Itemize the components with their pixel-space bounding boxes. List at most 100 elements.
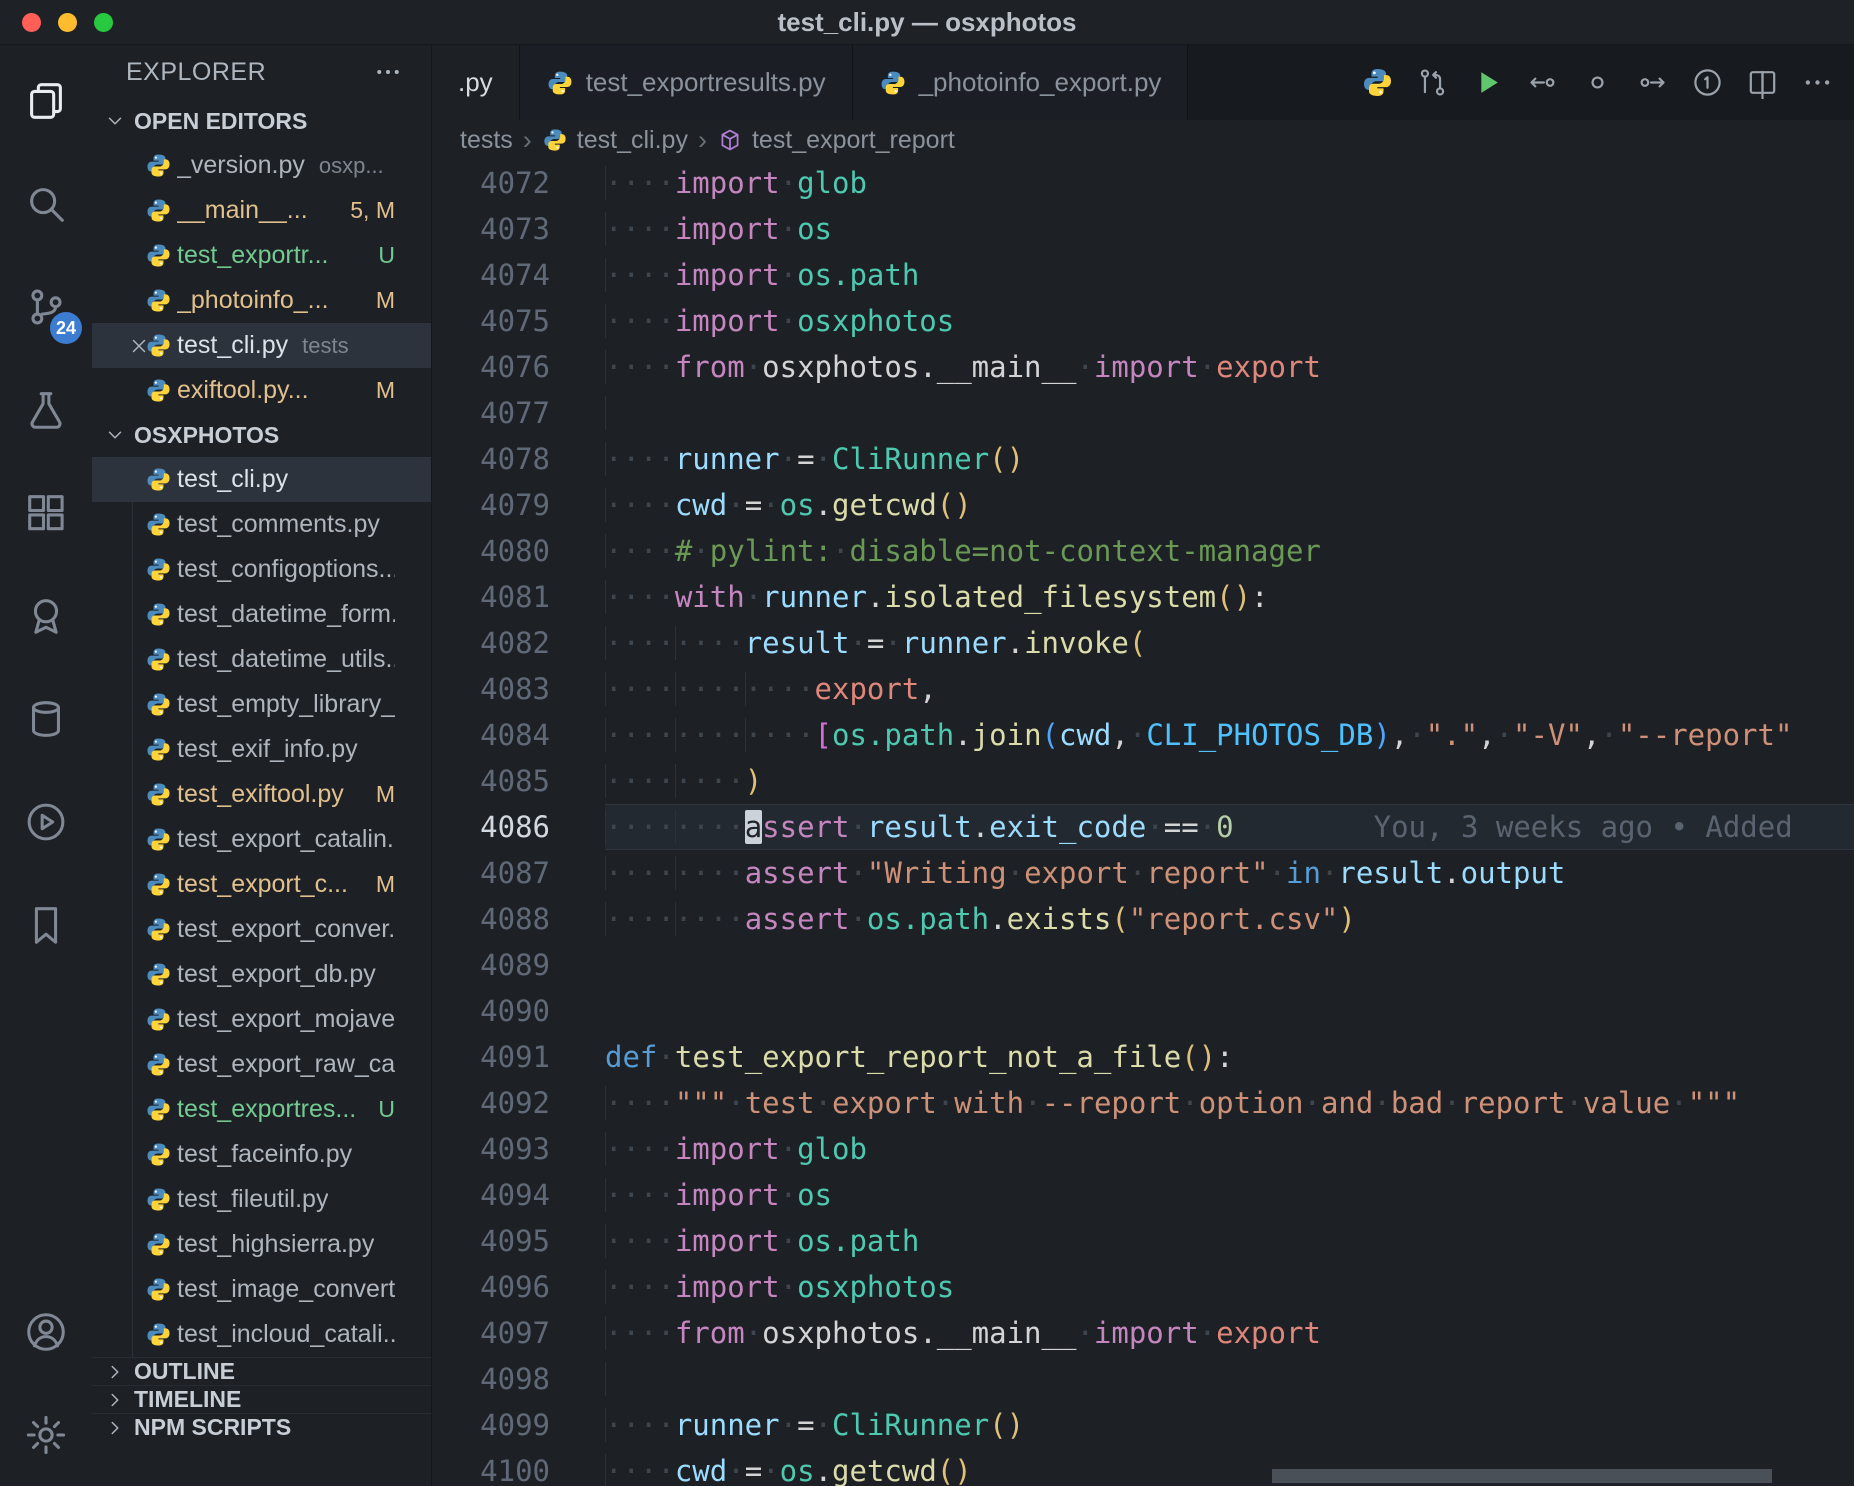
- line-number[interactable]: 4089: [432, 942, 605, 988]
- line-number[interactable]: 4072: [432, 160, 605, 206]
- line-number[interactable]: 4077: [432, 390, 605, 436]
- file-tree-item[interactable]: test_export_mojave...: [92, 997, 431, 1042]
- code-line[interactable]: 4089: [432, 942, 1854, 988]
- editor-tab[interactable]: _photoinfo_export.py: [853, 45, 1189, 120]
- settings-button[interactable]: [0, 1383, 92, 1486]
- file-tree-item[interactable]: test_incloud_catali...: [92, 1312, 431, 1357]
- code-line[interactable]: 4073····import·os: [432, 206, 1854, 252]
- extensions-button[interactable]: [0, 461, 92, 564]
- open-editor-item[interactable]: _version.pyosxp...: [92, 143, 431, 188]
- line-number[interactable]: 4091: [432, 1034, 605, 1080]
- bookmarks-button[interactable]: [0, 873, 92, 976]
- line-number[interactable]: 4099: [432, 1402, 605, 1448]
- code-line[interactable]: 4080····#·pylint:·disable=not-context-ma…: [432, 528, 1854, 574]
- file-tree-item[interactable]: test_image_convert...: [92, 1267, 431, 1312]
- line-number[interactable]: 4088: [432, 896, 605, 942]
- step-back-icon[interactable]: [1519, 60, 1565, 106]
- code-line[interactable]: 4087········assert·"Writing·export·repor…: [432, 850, 1854, 896]
- file-tree-item[interactable]: test_fileutil.py: [92, 1177, 431, 1222]
- file-tree-item[interactable]: test_exiftool.pyM: [92, 772, 431, 817]
- line-number[interactable]: 4098: [432, 1356, 605, 1402]
- file-tree-item[interactable]: test_faceinfo.py: [92, 1132, 431, 1177]
- file-tree-item[interactable]: test_highsierra.py: [92, 1222, 431, 1267]
- close-window-button[interactable]: [22, 13, 41, 32]
- file-tree-item[interactable]: test_configoptions....: [92, 547, 431, 592]
- run-file-icon[interactable]: [1464, 60, 1510, 106]
- horizontal-scrollbar[interactable]: [1272, 1469, 1772, 1483]
- code-line[interactable]: 4095····import·os.path: [432, 1218, 1854, 1264]
- section-timeline[interactable]: TIMELINE: [92, 1385, 431, 1413]
- line-number[interactable]: 4100: [432, 1448, 605, 1486]
- breadcrumb-item[interactable]: test_export_report: [717, 126, 955, 155]
- file-tree-item[interactable]: test_export_conver...: [92, 907, 431, 952]
- file-tree-item[interactable]: test_export_catalin...: [92, 817, 431, 862]
- gitlens-button[interactable]: [0, 564, 92, 667]
- explorer-button[interactable]: [0, 49, 92, 152]
- file-tree-item[interactable]: test_comments.py: [92, 502, 431, 547]
- more-actions-icon[interactable]: [1794, 60, 1840, 106]
- code-line[interactable]: 4099····runner·=·CliRunner(): [432, 1402, 1854, 1448]
- line-number[interactable]: 4073: [432, 206, 605, 252]
- line-number[interactable]: 4081: [432, 574, 605, 620]
- explorer-more-actions-icon[interactable]: [373, 57, 403, 87]
- file-tree-item[interactable]: test_export_c...M: [92, 862, 431, 907]
- code-line[interactable]: 4094····import·os: [432, 1172, 1854, 1218]
- line-number[interactable]: 4085: [432, 758, 605, 804]
- code-line[interactable]: 4074····import·os.path: [432, 252, 1854, 298]
- code-line[interactable]: 4079····cwd·=·os.getcwd(): [432, 482, 1854, 528]
- line-number[interactable]: 4075: [432, 298, 605, 344]
- line-number[interactable]: 4080: [432, 528, 605, 574]
- line-number[interactable]: 4090: [432, 988, 605, 1034]
- accounts-button[interactable]: [0, 1280, 92, 1383]
- code-line[interactable]: 4083············export,: [432, 666, 1854, 712]
- code-line[interactable]: 4096····import·osxphotos: [432, 1264, 1854, 1310]
- line-number[interactable]: 4096: [432, 1264, 605, 1310]
- file-tree-item[interactable]: test_export_raw_ca...: [92, 1042, 431, 1087]
- code-line[interactable]: 4078····runner·=·CliRunner(): [432, 436, 1854, 482]
- line-number[interactable]: 4082: [432, 620, 605, 666]
- run-recent-icon[interactable]: [1684, 60, 1730, 106]
- search-button[interactable]: [0, 152, 92, 255]
- code-line[interactable]: 4098: [432, 1356, 1854, 1402]
- editor-tab[interactable]: .py: [432, 45, 520, 120]
- line-number[interactable]: 4086: [432, 804, 605, 850]
- record-icon[interactable]: [1574, 60, 1620, 106]
- code-line[interactable]: 4072····import·glob: [432, 160, 1854, 206]
- line-number[interactable]: 4095: [432, 1218, 605, 1264]
- section-open-editors[interactable]: OPEN EDITORS: [92, 99, 431, 143]
- line-number[interactable]: 4084: [432, 712, 605, 758]
- code-line[interactable]: 4085········): [432, 758, 1854, 804]
- line-number[interactable]: 4076: [432, 344, 605, 390]
- open-editor-item[interactable]: test_exportr...U: [92, 233, 431, 278]
- code-line[interactable]: 4088········assert·os.path.exists("repor…: [432, 896, 1854, 942]
- python-interpreter-icon[interactable]: [1354, 60, 1400, 106]
- breadcrumb-item[interactable]: tests: [460, 126, 513, 155]
- open-editor-item[interactable]: __main__...5, M: [92, 188, 431, 233]
- source-control-button[interactable]: 24: [0, 255, 92, 358]
- code-editor[interactable]: 4072····import·glob4073····import·os4074…: [432, 160, 1854, 1486]
- file-tree-item[interactable]: test_exportres...U: [92, 1087, 431, 1132]
- code-line[interactable]: 4092····"""·test·export·with·--report·op…: [432, 1080, 1854, 1126]
- line-number[interactable]: 4093: [432, 1126, 605, 1172]
- file-tree-item[interactable]: test_datetime_form...: [92, 592, 431, 637]
- step-over-icon[interactable]: [1629, 60, 1675, 106]
- minimize-window-button[interactable]: [58, 13, 77, 32]
- code-line[interactable]: 4097····from·osxphotos.__main__·import·e…: [432, 1310, 1854, 1356]
- code-line[interactable]: 4093····import·glob: [432, 1126, 1854, 1172]
- file-tree-item[interactable]: test_empty_library_...: [92, 682, 431, 727]
- file-tree-item[interactable]: test_cli.py: [92, 457, 431, 502]
- line-number[interactable]: 4097: [432, 1310, 605, 1356]
- run-circle-button[interactable]: [0, 770, 92, 873]
- open-editor-item[interactable]: exiftool.py...M: [92, 368, 431, 413]
- code-line[interactable]: 4091def·test_export_report_not_a_file():: [432, 1034, 1854, 1080]
- section-npm-scripts[interactable]: NPM SCRIPTS: [92, 1413, 431, 1441]
- split-editor-icon[interactable]: [1739, 60, 1785, 106]
- line-number[interactable]: 4083: [432, 666, 605, 712]
- open-editor-item[interactable]: _photoinfo_...M: [92, 278, 431, 323]
- line-number[interactable]: 4074: [432, 252, 605, 298]
- line-number[interactable]: 4087: [432, 850, 605, 896]
- storage-button[interactable]: [0, 667, 92, 770]
- section-workspace[interactable]: OSXPHOTOS: [92, 413, 431, 457]
- git-compare-icon[interactable]: [1409, 60, 1455, 106]
- line-number[interactable]: 4079: [432, 482, 605, 528]
